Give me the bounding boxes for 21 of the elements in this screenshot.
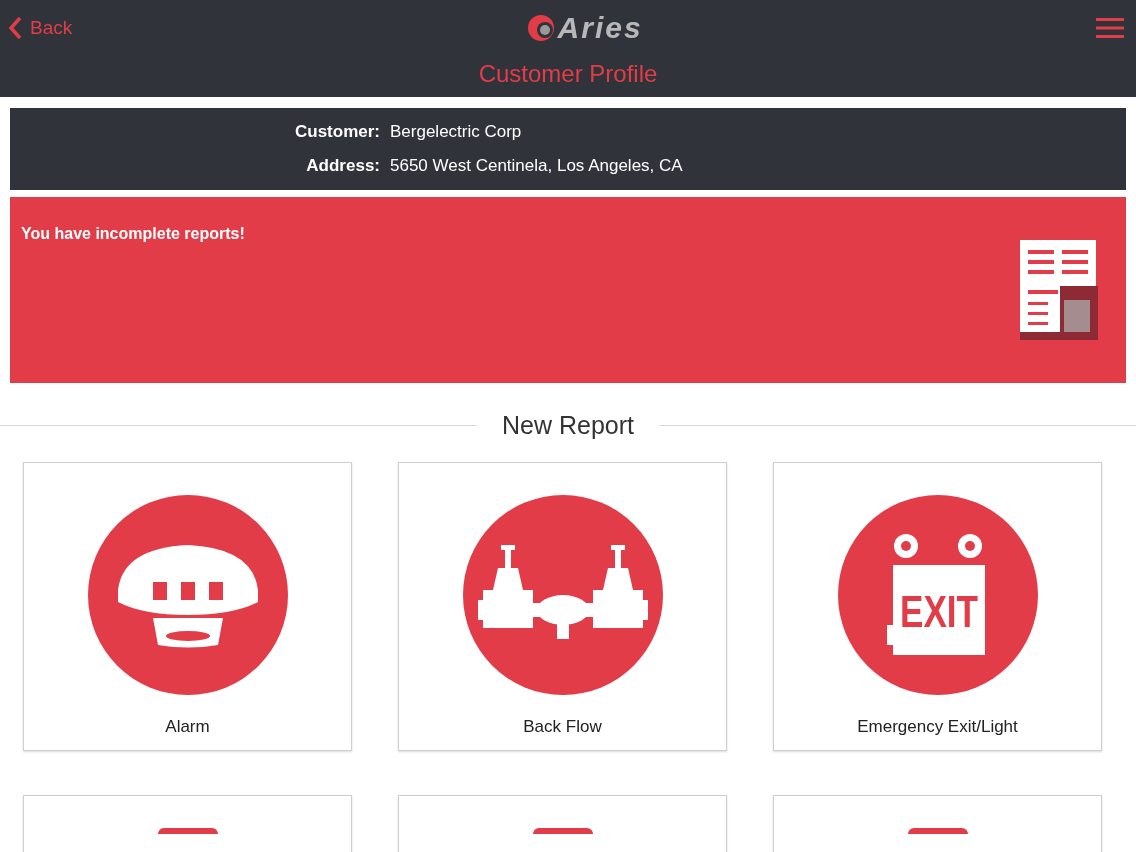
info-value: Bergelectric Corp xyxy=(390,122,522,142)
alert-banner[interactable]: You have incomplete reports! xyxy=(10,197,1126,383)
report-type-card[interactable]: Alarm xyxy=(23,462,352,751)
info-value: 5650 West Centinela, Los Angeles, CA xyxy=(390,156,683,176)
swirl-logo-icon xyxy=(525,13,556,43)
card-label: Back Flow xyxy=(523,717,602,737)
menu-icon[interactable] xyxy=(1096,17,1124,39)
exit-sign-text: EXIT xyxy=(899,587,993,636)
logo-text: Aries xyxy=(557,11,643,45)
report-type-card[interactable]: Back Flow xyxy=(398,462,727,751)
page-title: Customer Profile xyxy=(477,60,659,88)
info-label: Customer: xyxy=(294,122,381,142)
info-label: Address: xyxy=(305,156,381,176)
alert-message: You have incomplete reports! xyxy=(21,225,245,243)
card-label: Alarm xyxy=(165,717,210,737)
exit-sign-icon xyxy=(886,534,985,655)
section-title: New Report xyxy=(502,411,634,440)
card-label: Emergency Exit/Light xyxy=(857,717,1018,737)
chevron-left-icon xyxy=(8,16,22,40)
report-document-icon xyxy=(1020,240,1098,340)
report-type-card[interactable]: EXIT Emergency Exit/Light xyxy=(773,462,1102,751)
